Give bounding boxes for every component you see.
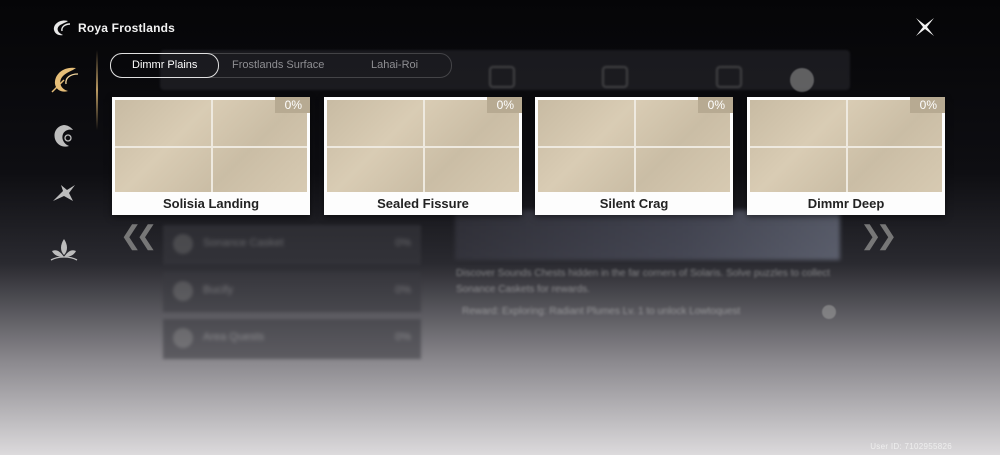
tab-frostlands-surface[interactable]: Frostlands Surface (232, 54, 324, 77)
bg-row: Bucify 0% (163, 272, 421, 312)
area-map-thumbnail (750, 100, 942, 192)
lotus-emblem-icon (50, 239, 78, 261)
region-title: Roya Frostlands (78, 21, 176, 35)
bg-row-label: Bucify (203, 284, 233, 296)
bg-reward-line: Reward: Exploring: Radiant Plumes Lv. 1 … (462, 306, 741, 317)
bg-row-icon (173, 328, 193, 348)
bg-chest-icon (716, 66, 742, 88)
dragon-emblem-icon (54, 125, 73, 147)
sidebar-item-bird[interactable] (44, 174, 84, 214)
region-header: Roya Frostlands (50, 18, 175, 38)
completion-percent: 0% (274, 97, 310, 113)
area-map-thumbnail (327, 100, 519, 192)
region-emblem-icon (53, 20, 71, 36)
tab-dimmr-plains[interactable]: Dimmr Plains (110, 53, 220, 78)
prev-arrow-button[interactable]: ❮❮ (120, 220, 157, 251)
bg-row: Sonance Casket 0% (163, 225, 421, 265)
sidebar-item-dragon[interactable] (44, 117, 84, 157)
completion-percent: 0% (909, 97, 945, 113)
bg-row-percent: 0% (395, 284, 411, 296)
bg-row-percent: 0% (395, 237, 411, 249)
next-arrow-button[interactable]: ❯❯ (860, 220, 897, 251)
tab-lahai-roi[interactable]: Lahai-Roi (371, 54, 418, 77)
area-card-silent-crag[interactable]: 0% Silent Crag (535, 97, 733, 215)
feather-emblem-icon (51, 67, 79, 93)
user-id: User ID: 7102955826 (870, 442, 952, 451)
bg-row-icon (173, 234, 193, 254)
close-icon (916, 18, 934, 36)
sidebar-item-lotus[interactable] (44, 230, 84, 270)
bird-emblem-icon (53, 185, 75, 201)
bg-row: Area Quests 0% (163, 319, 421, 359)
subregion-tabs: Dimmr Plains Frostlands Surface Lahai-Ro… (110, 53, 452, 78)
bg-row-icon (173, 281, 193, 301)
sidebar-item-feather[interactable] (44, 60, 84, 100)
info-icon (822, 305, 836, 319)
area-map-thumbnail (115, 100, 307, 192)
completion-percent: 0% (697, 97, 733, 113)
area-card-label: Dimmr Deep (807, 196, 885, 211)
bg-chevron-icon (790, 68, 814, 92)
area-map-thumbnail (538, 100, 730, 192)
bg-chest-icon (489, 66, 515, 88)
area-card-sealed-fissure[interactable]: 0% Sealed Fissure (324, 97, 522, 215)
area-card-solisia-landing[interactable]: 0% Solisia Landing (112, 97, 310, 215)
bg-row-percent: 0% (395, 331, 411, 343)
area-card-label: Solisia Landing (162, 196, 260, 211)
area-card-label: Sealed Fissure (377, 196, 469, 211)
area-card-dimmr-deep[interactable]: 0% Dimmr Deep (747, 97, 945, 215)
close-button[interactable] (913, 15, 937, 39)
completion-percent: 0% (486, 97, 522, 113)
bg-row-label: Area Quests (203, 331, 265, 343)
bg-map-preview (455, 210, 840, 260)
area-card-label: Silent Crag (599, 196, 669, 211)
bg-description: Discover Sounds Chests hidden in the far… (456, 268, 831, 295)
bg-chest-icon (602, 66, 628, 88)
bg-row-label: Sonance Casket (203, 237, 284, 249)
active-rail-glow (96, 50, 98, 130)
